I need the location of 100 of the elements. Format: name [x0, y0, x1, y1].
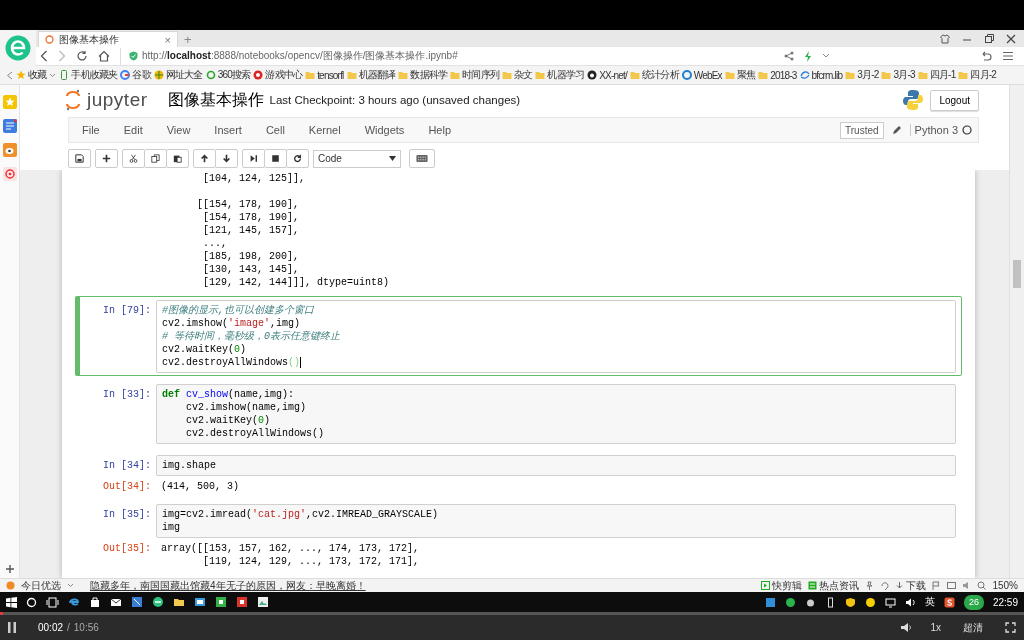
menu-item[interactable]: Cell	[253, 124, 297, 136]
add-icon[interactable]	[4, 564, 15, 574]
tray-app-icon[interactable]	[764, 596, 776, 608]
weibo-app-icon[interactable]	[2, 143, 17, 157]
back-icon[interactable]	[40, 50, 48, 62]
sogou-icon[interactable]	[943, 596, 955, 608]
tab-close-button[interactable]: ×	[164, 33, 171, 46]
bookmark-item[interactable]: 收藏	[16, 68, 47, 82]
bookmark-item[interactable]: 四月-2	[958, 68, 997, 82]
bookmark-item[interactable]: 3月-2	[845, 68, 879, 82]
bookmark-item[interactable]: 360搜索	[205, 68, 251, 82]
share-icon[interactable]	[784, 51, 794, 61]
status-label[interactable]: 今日优选	[21, 578, 61, 593]
chevron-down-icon[interactable]	[49, 72, 57, 78]
notebook-title[interactable]: 图像基本操作	[167, 89, 264, 111]
progress-track[interactable]	[0, 612, 1024, 615]
bookmark-item[interactable]: 3月-3	[881, 68, 915, 82]
status-item[interactable]: 热点资讯	[808, 578, 860, 593]
zoom-icon[interactable]	[977, 581, 987, 590]
stop-button[interactable]	[264, 149, 287, 168]
browser-tab[interactable]: 图像基本操作 ×	[38, 31, 178, 47]
pin-icon[interactable]	[865, 581, 875, 590]
bookmark-item[interactable]: 游戏中心	[253, 68, 303, 82]
mail-icon[interactable]	[110, 596, 122, 608]
zoom-level[interactable]: 150%	[992, 580, 1018, 591]
logout-button[interactable]: Logout	[930, 89, 979, 111]
window-icon[interactable]	[947, 581, 957, 590]
scrollbar-thumb[interactable]	[1013, 260, 1021, 288]
task-view-icon[interactable]	[46, 596, 59, 608]
star-app-icon[interactable]	[2, 95, 17, 109]
app-window-icon[interactable]	[131, 596, 143, 608]
bookmark-item[interactable]: 统计分析	[629, 68, 679, 82]
restore-icon[interactable]	[984, 33, 994, 44]
add-button[interactable]	[95, 149, 118, 168]
scissors-button[interactable]	[122, 149, 145, 168]
home-icon[interactable]	[98, 50, 110, 62]
menu-icon[interactable]	[1002, 51, 1014, 61]
code-editor[interactable]: #图像的显示,也可以创建多个窗口 cv2.imshow('image',img) # 等待时间，毫秒级，0表示任意键终止 cv2.waitKey(0) cv2.destroyAllWindows()	[156, 300, 956, 373]
close-icon[interactable]	[1006, 33, 1016, 44]
reload-icon[interactable]	[76, 50, 88, 62]
arrow-down-button[interactable]	[215, 149, 238, 168]
menu-item[interactable]: View	[154, 124, 203, 136]
bookmark-item[interactable]: WebEx	[681, 69, 722, 81]
menu-item[interactable]: Widgets	[352, 124, 417, 136]
collapse-left-icon[interactable]	[6, 70, 13, 80]
keyboard-button[interactable]	[409, 149, 435, 168]
bookmark-item[interactable]: 聚焦	[724, 68, 756, 82]
menu-item[interactable]: Edit	[111, 124, 155, 136]
news-link[interactable]: 隐藏多年，南国国藏出馆藏4年无子的原因，网友：早晚离婚！	[90, 578, 366, 593]
fullscreen-icon[interactable]	[1005, 622, 1016, 633]
chevron-down-icon[interactable]	[822, 53, 830, 59]
bookmark-item[interactable]: tensorfl	[305, 69, 344, 81]
input-method-indicator[interactable]: 英	[924, 595, 935, 609]
windows-start-icon[interactable]	[6, 596, 17, 608]
pause-icon[interactable]	[8, 622, 16, 633]
trusted-indicator[interactable]: Trusted	[840, 121, 884, 139]
cell-type-select[interactable]: Code	[313, 149, 401, 168]
bookmark-item[interactable]: XX-net/	[587, 69, 627, 81]
bookmark-item[interactable]: 手机收藏夹	[59, 68, 118, 82]
copy-button[interactable]	[144, 149, 167, 168]
status-item[interactable]: 快剪辑	[761, 578, 803, 593]
volume-icon[interactable]	[904, 596, 916, 608]
tray-dot-icon[interactable]	[784, 596, 796, 608]
jupyter-logo-text[interactable]: jupyter	[87, 89, 148, 111]
bookmark-item[interactable]: 数据科学	[398, 68, 448, 82]
kernel-name[interactable]: Python 3	[909, 124, 962, 136]
playback-speed-button[interactable]: 1x	[930, 622, 941, 633]
bookmark-item[interactable]: 机器翻译	[346, 68, 396, 82]
folder-icon[interactable]	[173, 596, 185, 608]
store-bag-icon[interactable]	[89, 596, 101, 608]
bookmark-item[interactable]: 四月-1	[917, 68, 956, 82]
clipboard-button[interactable]	[166, 149, 189, 168]
bookmark-item[interactable]: 杂文	[502, 68, 533, 82]
network-icon[interactable]	[884, 596, 896, 608]
volume-icon[interactable]	[900, 622, 913, 633]
bookmark-item[interactable]: 机器学习	[535, 68, 585, 82]
save-button[interactable]	[68, 149, 91, 168]
browser-app-icon[interactable]	[152, 596, 164, 608]
bookmark-item[interactable]: bfcrm.lib	[799, 69, 843, 81]
screen-app-icon[interactable]	[194, 596, 206, 608]
code-editor[interactable]: img=cv2.imread('cat.jpg',cv2.IMREAD_GRAYSCALE) img	[156, 504, 956, 538]
code-editor[interactable]: img.shape	[156, 455, 956, 476]
shield-icon[interactable]	[844, 596, 856, 608]
bookmark-item[interactable]: 2018-3	[758, 69, 797, 81]
flag-icon[interactable]	[932, 581, 942, 590]
jupyter-logo-icon[interactable]	[65, 89, 81, 111]
bookmark-item[interactable]: 谷歌	[120, 68, 151, 82]
bookmark-item[interactable]: 网址大全	[153, 68, 203, 82]
quality-button[interactable]: 超清	[963, 620, 983, 635]
picture-app-icon[interactable]	[257, 596, 269, 608]
pencil-icon[interactable]	[891, 125, 902, 135]
status-item[interactable]: 下载	[895, 578, 927, 593]
selected-cell[interactable]: In [79]: #图像的显示,也可以创建多个窗口 cv2.imshow('image',img) # 等待时间，毫秒级，0表示任意键终止 cv2.waitKey(0) cv2.destroyAllWindows()	[75, 296, 962, 376]
target-app-icon[interactable]	[2, 167, 17, 181]
undo-icon[interactable]	[980, 50, 992, 62]
menu-item[interactable]: Kernel	[296, 124, 353, 136]
step-forward-button[interactable]	[242, 149, 265, 168]
menu-item[interactable]: Insert	[202, 124, 254, 136]
shirt-icon[interactable]	[940, 33, 950, 44]
lightning-icon[interactable]	[804, 50, 812, 62]
